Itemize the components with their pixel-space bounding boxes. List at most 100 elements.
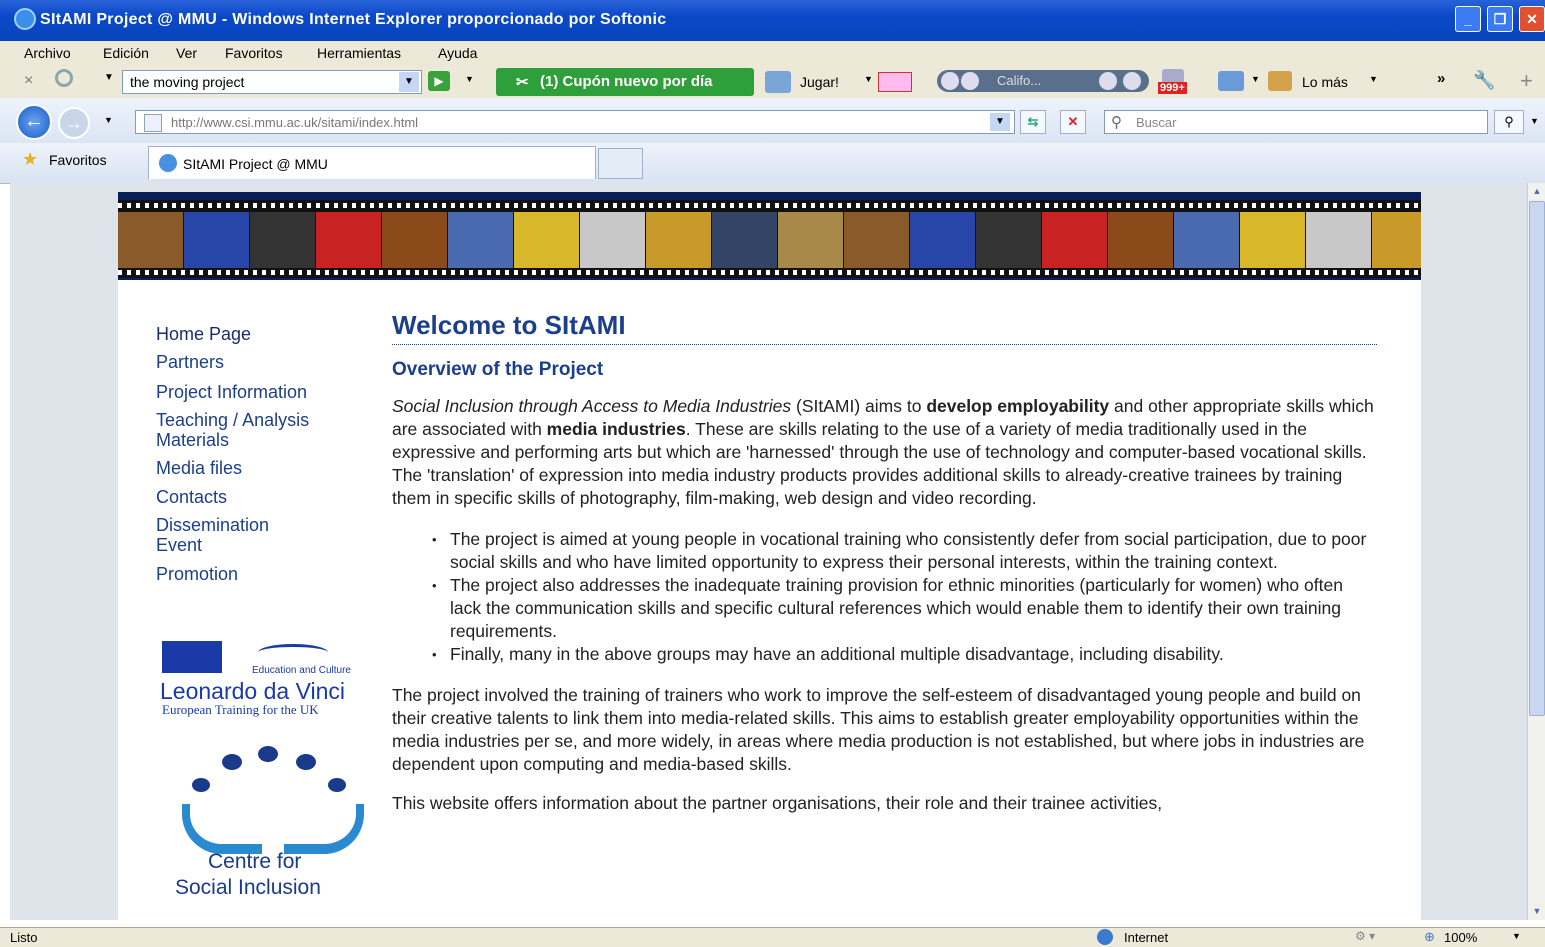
menu-archivo[interactable]: Archivo (24, 45, 71, 61)
chevron-down-icon[interactable]: ▼ (864, 74, 873, 84)
status-text: Listo (10, 930, 38, 945)
list-item: Finally, many in the above groups may ha… (392, 643, 1377, 666)
url-input[interactable]: http://www.csi.mmu.ac.uk/sitami/index.ht… (135, 110, 1015, 134)
jugar-button[interactable]: Jugar! (800, 74, 839, 90)
chevron-down-icon[interactable]: ▼ (1369, 74, 1378, 84)
go-arrow-icon[interactable]: ▶ (428, 71, 450, 91)
protected-mode-icon[interactable]: ⚙ ▾ (1355, 929, 1375, 943)
refresh-icon[interactable]: ⇆ (1020, 110, 1046, 134)
chevron-down-icon[interactable]: ▼ (1251, 74, 1260, 84)
zoom-dropdown-icon[interactable]: ▼ (1512, 931, 1521, 941)
nav-project-information[interactable]: Project Information (156, 382, 307, 402)
scroll-thumb[interactable] (1529, 201, 1545, 716)
search-placeholder: Buscar (1136, 115, 1177, 130)
nav-promotion[interactable]: Promotion (156, 564, 238, 584)
nav-contacts[interactable]: Contacts (156, 487, 227, 507)
address-bar: ← → ▼ http://www.csi.mmu.ac.uk/sitami/in… (0, 98, 1545, 143)
url-dropdown-icon[interactable]: ▼ (990, 113, 1010, 131)
lo-mas-button[interactable]: Lo más (1302, 74, 1348, 90)
nav-home-page[interactable]: Home Page (156, 324, 251, 344)
nav-dissemination-event[interactable]: Event (156, 535, 202, 555)
play-icon[interactable] (961, 72, 979, 90)
ldv-text: Leonardo da Vinci (160, 678, 345, 704)
toolbar-search-value: the moving project (130, 74, 245, 90)
url-text: http://www.csi.mmu.ac.uk/sitami/index.ht… (171, 115, 419, 130)
new-tab-button[interactable] (598, 148, 643, 179)
mute-icon[interactable] (1123, 72, 1141, 90)
favorites-button[interactable]: Favoritos (49, 152, 107, 168)
mail-icon[interactable]: 999+ (1158, 69, 1198, 95)
page-icon (144, 114, 162, 132)
bullet-list: The project is aimed at young people in … (392, 528, 1377, 666)
menu-ayuda[interactable]: Ayuda (438, 45, 477, 61)
history-dropdown-icon[interactable]: ▼ (104, 115, 113, 125)
search-box[interactable]: ⚲ Buscar (1104, 110, 1488, 134)
nav-teaching-analysis[interactable]: Teaching / Analysis (156, 410, 309, 430)
zoom-level[interactable]: 100% (1444, 930, 1477, 945)
game-icon (765, 71, 791, 93)
swoosh-icon (258, 644, 328, 661)
intro-paragraph: Social Inclusion through Access to Media… (392, 396, 1374, 508)
back-icon[interactable]: ← (16, 104, 52, 140)
zone-text: Internet (1124, 930, 1169, 945)
vertical-scrollbar[interactable]: ▲ ▼ (1527, 183, 1545, 920)
dropdown-arrow-icon[interactable]: ▼ (399, 72, 419, 92)
forward-icon[interactable]: → (58, 107, 90, 139)
coupon-button[interactable]: ✂ (1) Cupón nuevo por día (496, 68, 754, 96)
ie-tab-icon (159, 154, 177, 172)
chevron-down-icon[interactable]: ▼ (465, 74, 474, 84)
section-title: Overview of the Project (392, 359, 604, 380)
leonardo-da-vinci-logo[interactable]: Education and Culture Leonardo da Vinci … (158, 632, 388, 717)
coupon-icon: ✂ (516, 74, 529, 91)
add-icon[interactable]: + (1520, 68, 1533, 94)
radio-station: Califo... (997, 73, 1042, 88)
maximize-button[interactable]: ❐ (1487, 6, 1513, 32)
radio-player[interactable]: Califo... (937, 70, 1149, 92)
ie-logo-icon (14, 8, 36, 30)
volume-icon[interactable] (1099, 72, 1117, 90)
prev-icon[interactable] (941, 72, 959, 90)
toolbar-search-input[interactable]: the moving project ▼ (122, 70, 422, 94)
nav-partners[interactable]: Partners (156, 352, 224, 372)
menu-edicion[interactable]: Edición (103, 45, 149, 61)
tab-title: SItAMI Project @ MMU (183, 156, 328, 172)
nav-dissemination[interactable]: Dissemination (156, 515, 269, 535)
menu-favoritos[interactable]: Favoritos (225, 45, 283, 61)
search-options-icon[interactable]: ▼ (1530, 116, 1539, 126)
nav-teaching-materials[interactable]: Materials (156, 430, 229, 450)
more-chevron-icon[interactable]: » (1437, 70, 1445, 87)
scroll-down-icon[interactable]: ▼ (1529, 903, 1545, 919)
edu-culture-text: Education and Culture (252, 665, 351, 676)
menu-herramientas[interactable]: Herramientas (317, 45, 401, 61)
star-icon: ★ (22, 149, 39, 169)
wrench-icon[interactable]: 🔧 (1473, 70, 1495, 91)
list-item: The project also addresses the inadequat… (392, 574, 1377, 643)
ad-icon[interactable] (878, 72, 912, 92)
search-go-icon[interactable]: ⚲ (1494, 110, 1524, 134)
web-page: Home Page Partners Project Information T… (118, 192, 1421, 920)
status-bar: Listo Internet ⚙ ▾ ⊕ 100% ▼ (0, 927, 1545, 947)
film-strip-banner (118, 192, 1421, 280)
menu-ver[interactable]: Ver (176, 45, 197, 61)
zoom-icon[interactable]: ⊕ (1424, 929, 1435, 945)
softonic-toolbar: × ▼ the moving project ▼ ▶ ▼ ✂ (1) Cupón… (0, 66, 1545, 98)
page-title: Welcome to SItAMI (392, 310, 1377, 345)
tab-sitami[interactable]: SItAMI Project @ MMU (148, 146, 596, 179)
centre-social-inclusion-logo[interactable]: Centre for Social Inclusion (158, 740, 398, 910)
chevron-down-icon[interactable]: ▼ (104, 72, 114, 83)
list-item: The project is aimed at young people in … (392, 528, 1377, 574)
window-title: SItAMI Project @ MMU - Windows Internet … (40, 11, 667, 28)
main-content: Welcome to SItAMI Overview of the Projec… (392, 310, 1377, 815)
minimize-button[interactable]: _ (1455, 6, 1481, 32)
title-bar: SItAMI Project @ MMU - Windows Internet … (0, 0, 1545, 41)
left-hand-icon (182, 804, 262, 854)
close-button[interactable]: ✕ (1519, 6, 1545, 32)
people-icon[interactable] (1218, 71, 1244, 91)
tools-icon (1268, 71, 1292, 91)
close-toolbar-icon[interactable]: × (24, 72, 33, 90)
scroll-up-icon[interactable]: ▲ (1529, 183, 1545, 199)
stop-icon[interactable]: ✕ (1060, 110, 1086, 134)
nav-media-files[interactable]: Media files (156, 458, 242, 478)
csi-line2: Social Inclusion (175, 876, 321, 899)
menu-bar: Archivo Edición Ver Favoritos Herramient… (0, 41, 1545, 66)
